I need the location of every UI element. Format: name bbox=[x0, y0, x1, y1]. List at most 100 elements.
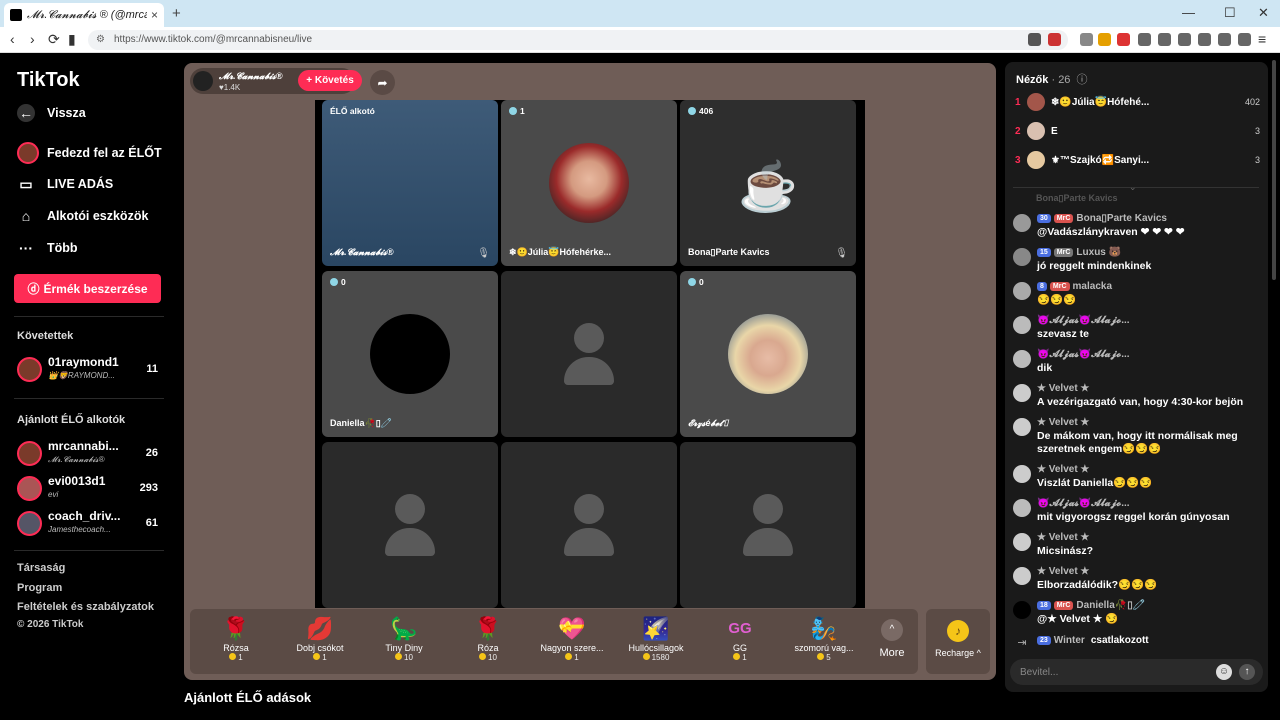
recommended-creator[interactable]: coach_driv... Jamesthecoach... 61 bbox=[17, 509, 162, 539]
brave-shield-icon[interactable] bbox=[1028, 33, 1041, 46]
shield-icon[interactable] bbox=[1238, 33, 1251, 46]
rewards-icon[interactable] bbox=[1048, 33, 1061, 46]
coin-icon bbox=[479, 653, 487, 660]
bookmark-icon[interactable]: ▮ bbox=[68, 31, 76, 48]
chat-username: Luxus 🐻 bbox=[1076, 247, 1122, 258]
empty-seat[interactable] bbox=[501, 442, 677, 608]
follow-button[interactable]: + Követés bbox=[298, 70, 362, 91]
creator-nickname: 👑🦁RAYMOND... bbox=[48, 371, 115, 380]
gift-item[interactable]: 🌹 Róza 10 bbox=[446, 615, 530, 671]
emoji-icon[interactable]: ☺ bbox=[1216, 664, 1232, 680]
close-window-button[interactable]: ✕ bbox=[1258, 5, 1269, 21]
get-coins-button[interactable]: ⓓ Érmék beszerzése bbox=[14, 274, 161, 303]
placeholder-user-body bbox=[743, 528, 793, 556]
footer-company-link[interactable]: Társaság bbox=[17, 562, 65, 574]
nav-more[interactable]: ··· Több bbox=[17, 239, 78, 257]
chat-input[interactable] bbox=[1020, 663, 1210, 681]
footer-program-link[interactable]: Program bbox=[17, 582, 62, 594]
gift-item[interactable]: 🧞 szomorú vag... 5 bbox=[782, 615, 866, 671]
avatar bbox=[1013, 418, 1031, 436]
viewer-rank-row[interactable]: 1 ❄🙂Júlia😇Hófehé... 402 bbox=[1015, 92, 1260, 114]
coin-icon bbox=[229, 653, 237, 660]
gift-item[interactable]: 💋 Dobj csókot 1 bbox=[278, 615, 362, 671]
chat-username: Bona▯Parte Kavics bbox=[1076, 213, 1167, 224]
hls-extension-icon[interactable] bbox=[1117, 33, 1130, 46]
extension-shield-icon[interactable] bbox=[1080, 33, 1093, 46]
share-icon[interactable]: ➦ bbox=[370, 70, 395, 95]
chat-username: 😈𝓐𝓵𝓳𝓪𝓼😈𝓐𝓵𝓪𝓳𝓸... bbox=[1037, 315, 1130, 326]
empty-seat[interactable] bbox=[680, 442, 856, 608]
chat-username: ★ Velvet ★ bbox=[1037, 566, 1090, 577]
info-icon[interactable]: ⓘ bbox=[1077, 74, 1088, 86]
gift-item[interactable]: 💝 Nagyon szere... 1 bbox=[530, 615, 614, 671]
guest-tile[interactable]: 1 ❄🙂Júlia😇Hófehérke... bbox=[501, 100, 677, 266]
more-gifts-button[interactable]: ^ More bbox=[868, 619, 916, 669]
coin-icon: ⓓ bbox=[27, 282, 40, 296]
browser-tab[interactable]: 𝓜𝓻.𝓒𝓪𝓷𝓷𝓪𝓫𝓲𝓼 ® (@mrcannabisneu) | TikTok … bbox=[4, 3, 164, 27]
guest-name: 𝓜𝓻.𝓒𝓪𝓷𝓷𝓪𝓫𝓲𝓼® bbox=[330, 247, 394, 257]
viewers-header[interactable]: Nézők · 26 ⓘ bbox=[1016, 71, 1088, 87]
placeholder-user-icon bbox=[753, 494, 783, 524]
multi-guest-grid: ÉLŐ alkotó 𝓜𝓻.𝓒𝓪𝓷𝓷𝓪𝓫𝓲𝓼® 🎙 1 ❄🙂Júlia😇Hófe… bbox=[315, 100, 865, 608]
recommended-creator[interactable]: mrcannabi... 𝓜𝓻.𝓒𝓪𝓷𝓷𝓪𝓫𝓲𝓼® 26 bbox=[17, 439, 162, 469]
back-arrow-icon[interactable]: ‹ bbox=[10, 31, 15, 47]
extension-color-icon[interactable] bbox=[1098, 33, 1111, 46]
back-link[interactable]: ← Vissza bbox=[17, 104, 86, 122]
message-text: dik bbox=[1037, 362, 1053, 374]
message-header: 18 MrC Daniella🥀▯🧷 bbox=[1037, 600, 1145, 611]
gift-name: Rózsa bbox=[223, 643, 249, 653]
empty-seat[interactable] bbox=[322, 442, 498, 608]
empty-seat[interactable] bbox=[501, 271, 677, 437]
gift-price: 1580 bbox=[614, 653, 698, 662]
recharge-button[interactable]: ♪ Recharge ^ bbox=[926, 609, 990, 674]
forward-arrow-icon[interactable]: › bbox=[30, 31, 35, 47]
footer-terms-link[interactable]: Feltételek és szabályzatok bbox=[17, 601, 154, 613]
puzzle-icon[interactable] bbox=[1158, 33, 1171, 46]
minimize-button[interactable]: — bbox=[1182, 5, 1195, 20]
nav-creator-tools[interactable]: ⌂ Alkotói eszközök bbox=[17, 207, 149, 225]
gift-item[interactable]: 🌠 Hullócsillagok 1580 bbox=[614, 615, 698, 671]
site-info-icon[interactable]: ⚙ bbox=[96, 30, 105, 50]
maximize-button[interactable]: ☐ bbox=[1224, 5, 1236, 21]
url-field[interactable]: ⚙ https://www.tiktok.com/@mrcannabisneu/… bbox=[88, 30, 1068, 50]
guest-tile-host[interactable]: ÉLŐ alkotó 𝓜𝓻.𝓒𝓪𝓷𝓷𝓪𝓫𝓲𝓼® 🎙 bbox=[322, 100, 498, 266]
reload-icon[interactable]: ⟳ bbox=[48, 31, 60, 48]
recommended-creator[interactable]: evi0013d1 evi 293 bbox=[17, 474, 162, 504]
chat-input-box: ☺ ↑ bbox=[1010, 659, 1263, 685]
gift-name: Tiny Diny bbox=[385, 643, 423, 653]
creator-name: evi0013d1 bbox=[48, 474, 106, 488]
menu-icon[interactable]: ≡ bbox=[1258, 31, 1266, 47]
wallet-icon[interactable] bbox=[1198, 33, 1211, 46]
guest-tile[interactable]: 406 ☕ Bona▯Parte Kavics 🎙 bbox=[680, 100, 856, 266]
new-tab-button[interactable]: + bbox=[172, 5, 181, 22]
score-value: 1 bbox=[520, 106, 525, 116]
price-value: 1 bbox=[574, 653, 579, 662]
page-scrollbar[interactable] bbox=[1272, 60, 1276, 280]
viewer-rank-row[interactable]: 2 E 3 bbox=[1015, 121, 1260, 143]
gift-name: GG bbox=[732, 643, 747, 653]
price-value: 5 bbox=[826, 653, 831, 662]
gift-item[interactable]: GG GG 1 bbox=[698, 615, 782, 671]
viewer-name: ❄🙂Júlia😇Hófehé... bbox=[1051, 97, 1150, 108]
recommended-heading: Ajánlott ÉLŐ alkotók bbox=[17, 414, 126, 426]
gift-item[interactable]: 🦕 Tiny Diny 10 bbox=[362, 615, 446, 671]
following-item[interactable]: 01raymond1 👑🦁RAYMOND... 11 bbox=[17, 355, 162, 385]
gift-item[interactable]: 🌹 Rózsa 1 bbox=[194, 615, 278, 671]
guest-tile[interactable]: 0 𝓔𝓻𝔃𝓼é𝓫𝓮𝓽▯ bbox=[680, 271, 856, 437]
gift-name: Hullócsillagok bbox=[628, 643, 684, 653]
chevron-down-icon[interactable]: ⌄ bbox=[1129, 182, 1137, 193]
viewer-rank-row[interactable]: 3 ⚜™Szajkó🔁Sanyi... 3 bbox=[1015, 150, 1260, 172]
nav-live-broadcast[interactable]: ▭ LIVE ADÁS bbox=[17, 175, 113, 193]
nav-explore-live[interactable]: Fedezd fel az ÉLŐT bbox=[17, 142, 162, 164]
guest-score: 0 bbox=[330, 277, 346, 287]
close-tab-icon[interactable]: × bbox=[151, 8, 158, 22]
message-header: 15 MrC Luxus 🐻 bbox=[1037, 247, 1121, 258]
gift-price: 1 bbox=[194, 653, 278, 662]
guest-name: Bona▯Parte Kavics bbox=[688, 247, 770, 257]
guest-tile[interactable]: 0 Daniella🥀▯🧷 bbox=[322, 271, 498, 437]
send-arrow-icon[interactable]: ↑ bbox=[1239, 664, 1255, 680]
sync-icon[interactable] bbox=[1138, 33, 1151, 46]
vpn-icon[interactable] bbox=[1218, 33, 1231, 46]
sidebar-toggle-icon[interactable] bbox=[1178, 33, 1191, 46]
tiktok-logo[interactable]: TikTok bbox=[17, 69, 80, 92]
